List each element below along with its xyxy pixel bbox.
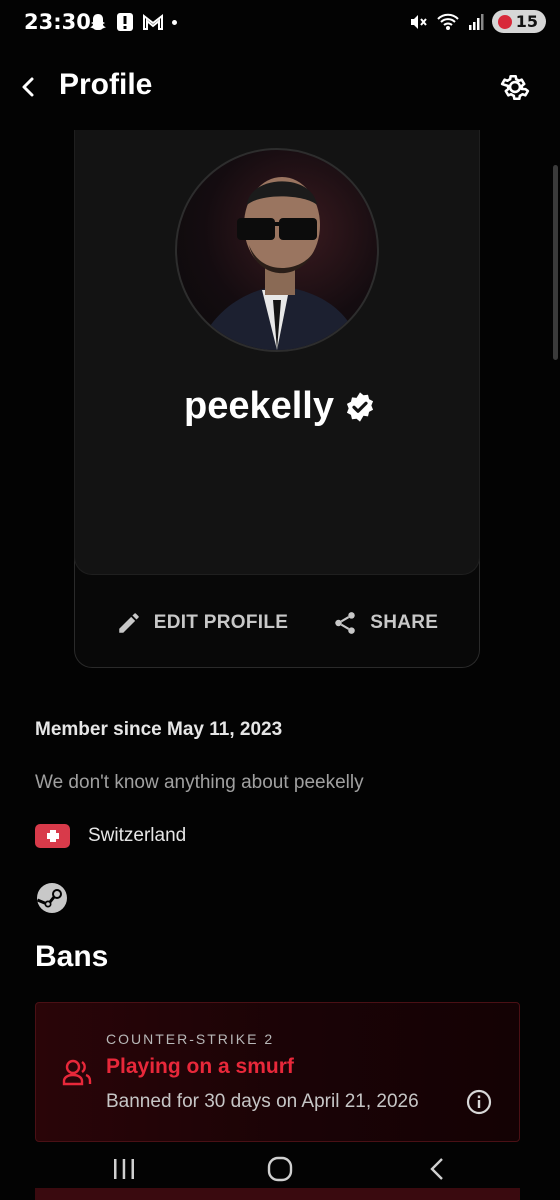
battery-icon: 15 xyxy=(491,10,546,33)
notification-icons xyxy=(88,12,177,32)
home-icon xyxy=(267,1156,293,1182)
bio: We don't know anything about peekelly xyxy=(35,772,364,793)
system-nav-bar xyxy=(0,1140,560,1200)
username-row: peekelly xyxy=(0,385,560,428)
recents-icon xyxy=(114,1159,134,1179)
share-icon xyxy=(335,612,355,634)
steam-link[interactable] xyxy=(36,882,68,914)
mute-icon xyxy=(410,14,427,29)
back-icon xyxy=(430,1158,443,1180)
member-since: Member since May 11, 2023 xyxy=(35,719,283,740)
pencil-icon xyxy=(118,613,139,633)
scrollbar[interactable] xyxy=(553,165,558,360)
ban-game: COUNTER-STRIKE 2 xyxy=(106,1031,275,1047)
ban-card[interactable]: COUNTER-STRIKE 2 Playing on a smurf Bann… xyxy=(35,1002,520,1142)
share-button[interactable]: SHARE xyxy=(332,610,438,636)
avatar-image xyxy=(197,177,362,350)
gmail-icon xyxy=(143,13,163,30)
signal-icon xyxy=(468,13,484,30)
user-ban-icon xyxy=(62,1059,92,1086)
profile-actions: EDIT PROFILE SHARE xyxy=(74,590,480,656)
switzerland-flag-icon xyxy=(35,824,70,848)
back-nav-button[interactable] xyxy=(424,1154,450,1184)
ban-reason: Playing on a smurf xyxy=(106,1055,294,1078)
ban-detail: Banned for 30 days on April 21, 2026 xyxy=(106,1091,419,1112)
system-icons: 15 xyxy=(408,10,546,33)
gear-icon xyxy=(500,74,530,101)
snapchat-icon xyxy=(90,14,106,30)
country-row: Switzerland xyxy=(35,824,186,848)
share-label: SHARE xyxy=(370,612,439,633)
wifi-icon xyxy=(437,13,459,30)
bans-heading: Bans xyxy=(35,940,109,973)
verified-badge-icon xyxy=(346,391,374,422)
status-time: 23:30 xyxy=(24,10,91,34)
chevron-left-icon xyxy=(22,77,34,97)
country: Switzerland xyxy=(88,825,187,846)
username: peekelly xyxy=(184,385,334,427)
avatar[interactable] xyxy=(175,148,379,352)
alert-icon xyxy=(117,13,133,31)
page-title: Profile xyxy=(59,68,153,101)
settings-button[interactable] xyxy=(498,70,532,104)
app-header: Profile xyxy=(0,50,560,130)
edit-profile-button[interactable]: EDIT PROFILE xyxy=(116,610,289,636)
battery-level: 15 xyxy=(515,12,538,31)
edit-profile-label: EDIT PROFILE xyxy=(153,612,289,633)
back-button[interactable] xyxy=(14,72,42,102)
steam-icon xyxy=(36,883,67,913)
recent-apps-button[interactable] xyxy=(110,1154,138,1184)
status-bar: 23:30 15 xyxy=(0,0,560,48)
home-button[interactable] xyxy=(266,1154,294,1184)
info-icon[interactable] xyxy=(466,1089,492,1115)
dot-icon xyxy=(172,19,177,25)
